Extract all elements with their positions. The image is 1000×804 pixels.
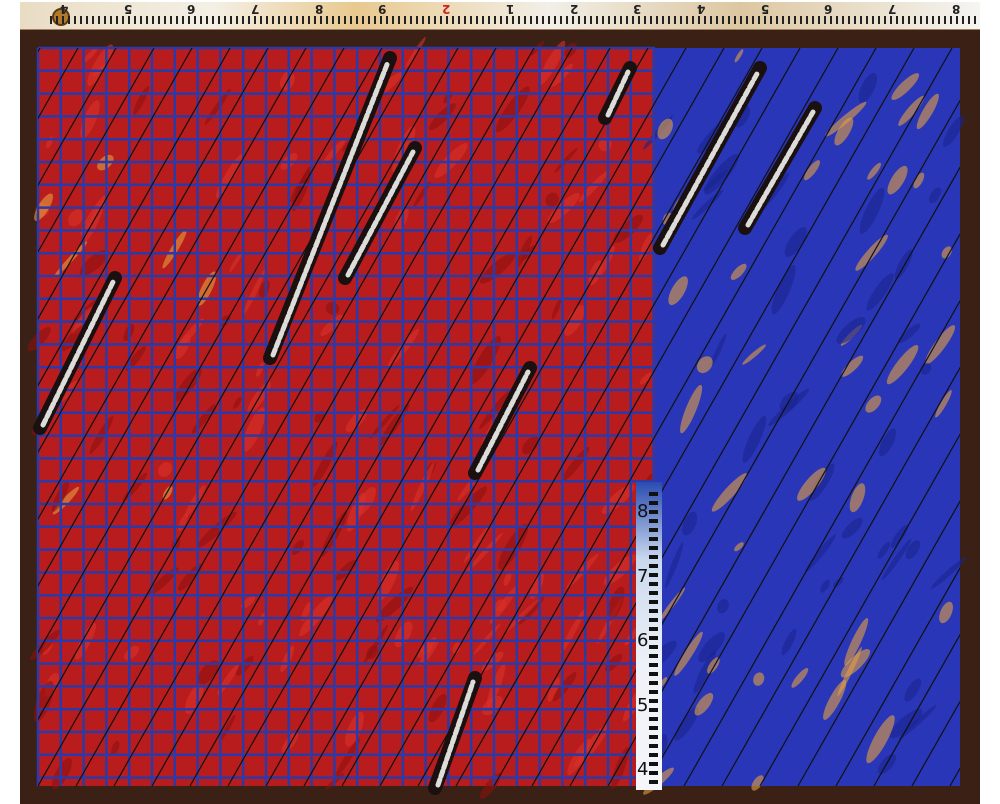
ruler-number: 4	[60, 2, 68, 16]
ruler-number: 5	[124, 2, 132, 16]
ruler-number: 5	[761, 2, 769, 16]
ruler-number: 9	[378, 2, 386, 16]
vertical-ruler: 8 7 6 5 4	[636, 482, 662, 790]
ruler-number: 7	[251, 2, 259, 16]
ruler-number: 6	[637, 631, 648, 651]
ruler-number: 4	[697, 2, 705, 16]
ruler-number: 2	[442, 2, 450, 16]
painting-canvas	[20, 28, 980, 804]
ruler-number: 8	[637, 502, 648, 522]
ruler-number: 6	[824, 2, 832, 16]
ruler-number: 2	[570, 2, 578, 16]
ruler-ticks	[649, 492, 658, 786]
ruler-ticks	[50, 16, 980, 24]
ruler-number: 3	[633, 2, 641, 16]
ruler-number: 4	[637, 760, 648, 780]
ruler-number: 8	[952, 2, 960, 16]
ruler-number: 7	[637, 567, 648, 587]
ruler-number: 6	[187, 2, 195, 16]
ruler-number: 5	[637, 696, 648, 716]
ruler-number: 8	[315, 2, 323, 16]
ruler-number: 7	[888, 2, 896, 16]
painting-frame	[20, 28, 980, 804]
top-folding-ruler: 4 5 6 7 8 9 2 1 2 3 4 5 6 7 8	[20, 2, 980, 30]
ruler-number: 1	[506, 2, 514, 16]
